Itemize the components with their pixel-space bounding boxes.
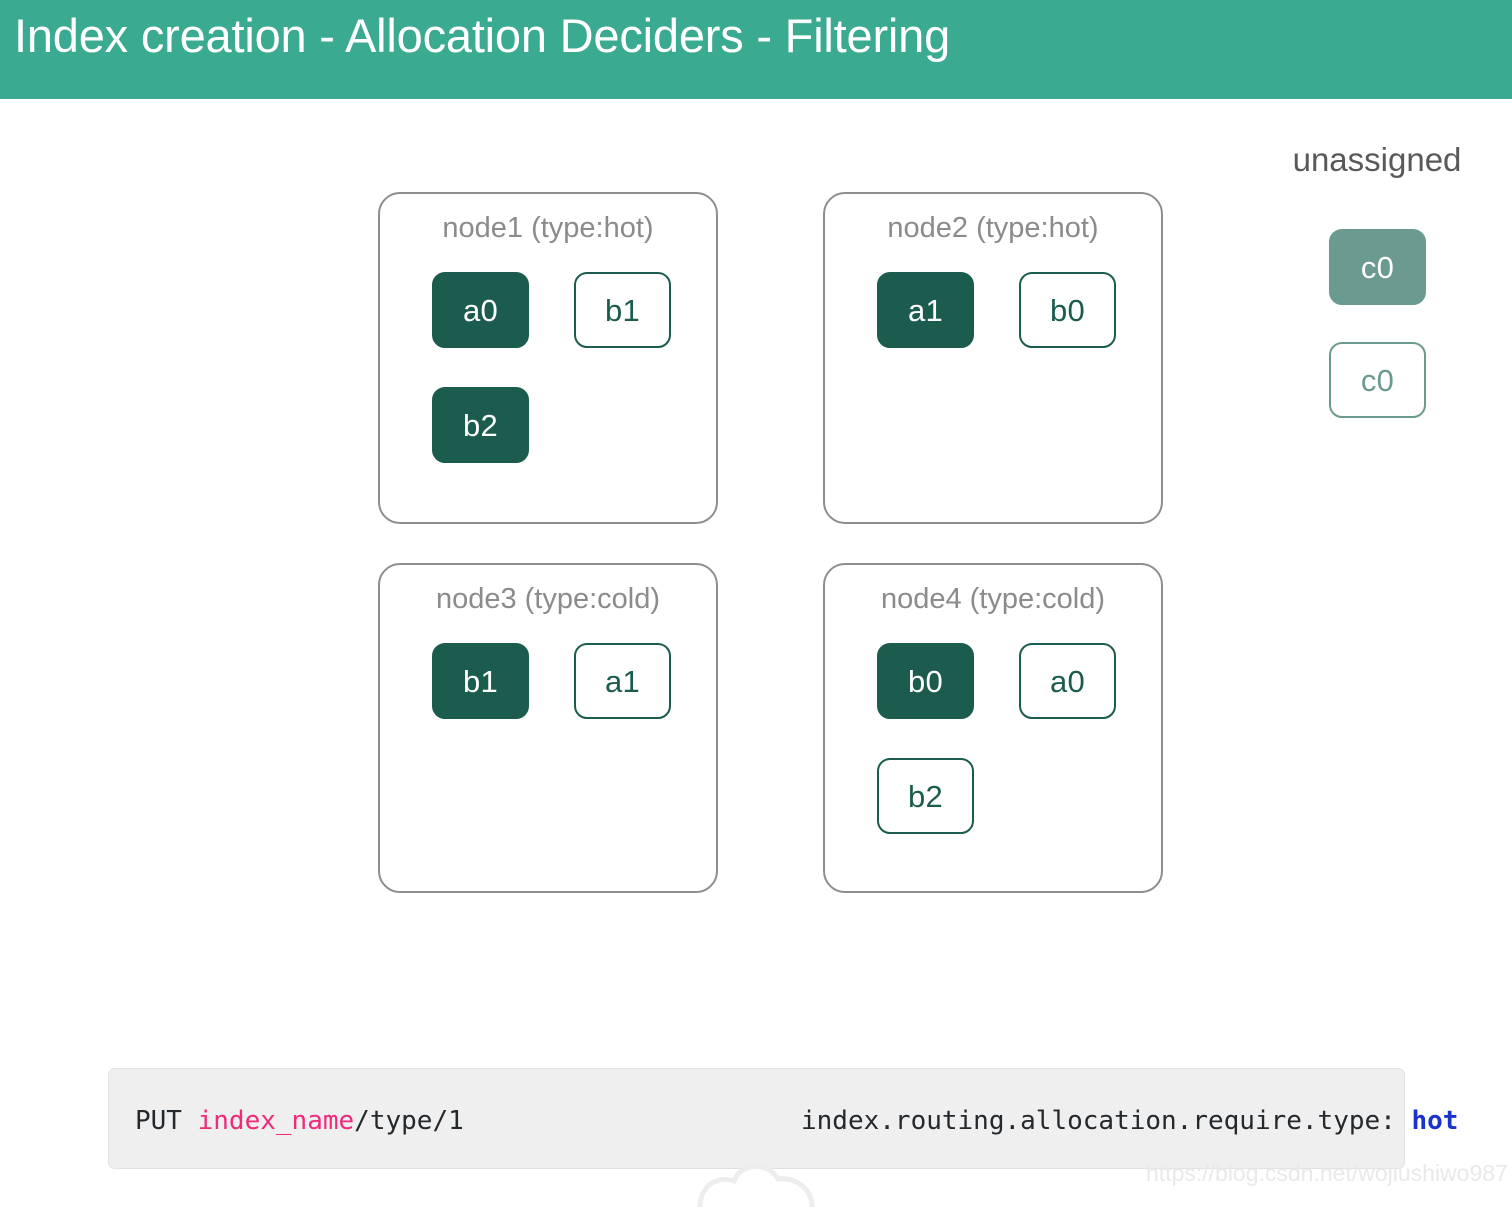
node-label-node1: node1 (type:hot) [442, 212, 654, 244]
shard-unassigned-c0-replica[interactable]: c0 [1329, 342, 1426, 418]
node-box-node3: node3 (type:cold) b1 a1 [378, 563, 718, 893]
shard-node3-a1[interactable]: a1 [574, 643, 671, 719]
node-label-node4: node4 (type:cold) [880, 583, 1106, 615]
code-line-request: PUT index_name/type/1 [135, 1105, 464, 1137]
diagram-canvas: node1 (type:hot) a0 b1 b2 node2 (type:ho… [0, 99, 1512, 1208]
page-title: Index creation - Allocation Deciders - F… [14, 9, 951, 62]
shard-node2-b0[interactable]: b0 [1019, 272, 1116, 348]
code-index-name: index_name [197, 1106, 355, 1136]
shard-node1-b2[interactable]: b2 [432, 387, 529, 463]
shard-node4-a0[interactable]: a0 [1019, 643, 1116, 719]
code-line-setting: index.routing.allocation.require.type: h… [801, 1105, 1458, 1137]
node-label-node3: node3 (type:cold) [435, 583, 661, 615]
watermark-url: https://blog.csdn.net/wojiushiwo987 [1146, 1160, 1508, 1186]
code-path: /type/1 [354, 1106, 464, 1136]
shard-area-node4: b0 a0 b2 [825, 643, 1161, 891]
code-setting-key: index.routing.allocation.require.type: [801, 1106, 1412, 1136]
node-label-node2: node2 (type:hot) [887, 212, 1099, 244]
shard-node3-b1[interactable]: b1 [432, 643, 529, 719]
unassigned-label: unassigned [1292, 141, 1462, 178]
code-method: PUT [135, 1106, 198, 1136]
shard-area-node1: a0 b1 b2 [380, 272, 716, 522]
shard-area-node3: b1 a1 [380, 643, 716, 891]
shard-node4-b0[interactable]: b0 [877, 643, 974, 719]
unassigned-group: unassigned c0 c0 [1272, 139, 1482, 459]
shard-node2-a1[interactable]: a1 [877, 272, 974, 348]
shard-node1-a0[interactable]: a0 [432, 272, 529, 348]
node-box-node1: node1 (type:hot) a0 b1 b2 [378, 192, 718, 524]
shard-unassigned-c0-primary[interactable]: c0 [1329, 229, 1426, 305]
shard-area-node2: a1 b0 [825, 272, 1161, 522]
watermark-logo-icon [690, 1149, 820, 1209]
shard-node1-b1[interactable]: b1 [574, 272, 671, 348]
header-bar: Index creation - Allocation Deciders - F… [0, 0, 1512, 99]
code-setting-value: hot [1411, 1106, 1459, 1136]
node-box-node2: node2 (type:hot) a1 b0 [823, 192, 1163, 524]
shard-node4-b2[interactable]: b2 [877, 758, 974, 834]
node-box-node4: node4 (type:cold) b0 a0 b2 [823, 563, 1163, 893]
